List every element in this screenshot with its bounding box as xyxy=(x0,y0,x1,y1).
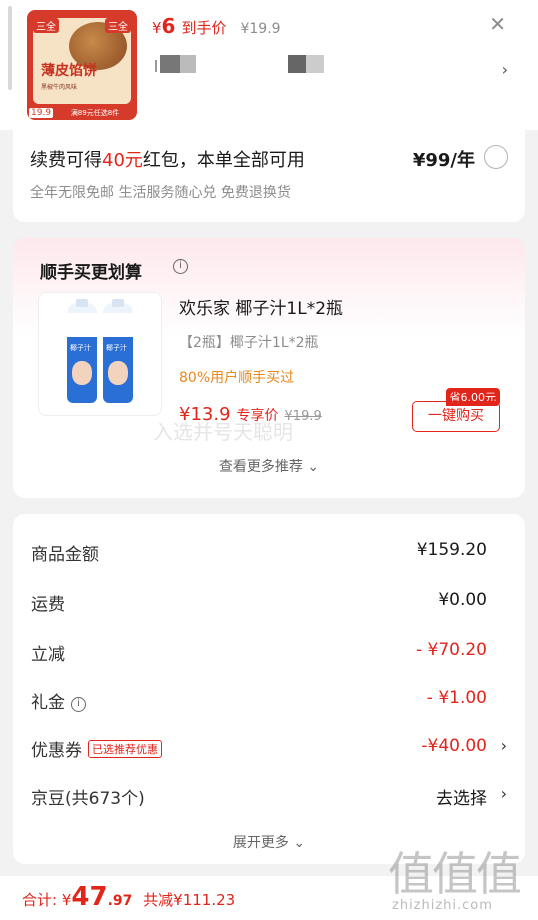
package-price-tag: 19.9 xyxy=(29,108,54,118)
summary-row-discount: 立减 - ¥70.20 xyxy=(31,640,487,665)
bottle-image: 椰子汁 xyxy=(103,299,133,403)
membership-price: ¥99/年 xyxy=(412,150,475,171)
close-icon[interactable]: ✕ xyxy=(489,12,506,36)
total-saved: 共减¥111.23 xyxy=(143,891,236,909)
summary-row-beans[interactable]: 京豆(共673个) 去选择 › xyxy=(31,784,507,809)
coupon-badge: 已选推荐优惠 xyxy=(88,740,162,758)
membership-offer: 续费可得40元红包，本单全部可用 xyxy=(30,150,305,171)
deal-price-label: 到手价 xyxy=(181,19,227,37)
addon-social-proof: 80%用户顺手买过 xyxy=(179,370,295,386)
order-summary-card: 商品金额 ¥159.20 运费 ¥0.00 立减 - ¥70.20 礼金 i - … xyxy=(13,514,525,864)
deal-price-row: ¥6 到手价 ¥19.9 xyxy=(152,14,281,38)
one-click-buy-button[interactable]: 一键购买 xyxy=(412,401,500,432)
addon-card: 顺手买更划算 i 椰子汁 椰子汁 欢乐家 椰子汁1L*2瓶 【2瓶】椰子汁1L*… xyxy=(13,238,525,498)
addon-title: 顺手买更划算 xyxy=(40,263,142,283)
addon-product-image[interactable]: 椰子汁 椰子汁 xyxy=(38,292,162,416)
info-icon[interactable]: i xyxy=(71,697,86,712)
chevron-right-icon[interactable]: › xyxy=(501,784,507,803)
info-icon[interactable]: i xyxy=(173,259,188,274)
redacted-mark xyxy=(155,60,157,72)
chevron-down-icon: ⌄ xyxy=(307,459,320,475)
addon-product-name[interactable]: 欢乐家 椰子汁1L*2瓶 xyxy=(179,294,343,319)
membership-card: 续费可得40元红包，本单全部可用 ¥99/年 全年无限免邮 生活服务随心兑 免费… xyxy=(13,130,525,222)
see-more-recommendations[interactable]: 查看更多推荐 ⌄ xyxy=(13,456,525,476)
summary-row-coupon[interactable]: 优惠券 已选推荐优惠 -¥40.00 › xyxy=(31,736,507,761)
bottle-image: 椰子汁 xyxy=(67,299,97,403)
redacted-block xyxy=(288,55,324,73)
package-product-name: 薄皮馅饼 xyxy=(41,63,97,79)
chevron-right-icon[interactable]: › xyxy=(502,60,508,79)
package-subtitle: 黑椒牛肉风味 xyxy=(41,84,78,91)
package-promo: 满89元任选8件 xyxy=(70,109,120,117)
summary-row-shipping: 运费 ¥0.00 xyxy=(31,590,487,615)
watermark-logo: 值值值 zhizhizhi.com xyxy=(388,847,522,913)
brand-mark-right: 三全 xyxy=(105,18,131,33)
total-amount: 合计: ¥47.97 共减¥111.23 xyxy=(22,882,236,912)
deal-price: ¥6 xyxy=(152,14,176,38)
redacted-block xyxy=(160,55,196,73)
original-price: ¥19.9 xyxy=(240,21,281,37)
membership-radio[interactable] xyxy=(484,145,508,169)
watermark-text: 入选并号天聪明 xyxy=(153,420,293,444)
chevron-down-icon: ⌄ xyxy=(293,835,306,851)
addon-spec: 【2瓶】椰子汁1L*2瓶 xyxy=(179,335,319,351)
membership-benefits: 全年无限免邮 生活服务随心兑 免费退换货 xyxy=(30,185,291,201)
scroll-indicator xyxy=(8,6,12,90)
chevron-right-icon[interactable]: › xyxy=(501,736,507,755)
summary-row-gift: 礼金 i - ¥1.00 xyxy=(31,688,487,713)
brand-mark: 三全 xyxy=(33,18,59,33)
product-thumbnail[interactable]: 三全 三全 薄皮馅饼 黑椒牛肉风味 19.9 满89元任选8件 xyxy=(27,10,137,120)
summary-row-goods: 商品金额 ¥159.20 xyxy=(31,540,487,565)
product-header: 三全 三全 薄皮馅饼 黑椒牛肉风味 19.9 满89元任选8件 ¥6 到手价 ¥… xyxy=(0,0,538,130)
